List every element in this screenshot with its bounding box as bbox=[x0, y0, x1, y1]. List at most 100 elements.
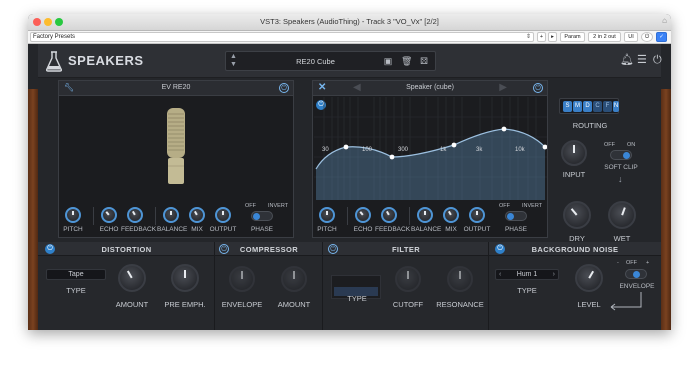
param-button[interactable]: Param bbox=[560, 32, 585, 42]
spk-output-label: OUTPUT bbox=[463, 226, 491, 233]
microphone-image bbox=[167, 108, 185, 184]
compressor-envelope-label: ENVELOPE bbox=[221, 300, 263, 309]
preset-browser[interactable]: ▲ ▼ RE20 Cube ▣ 🗑︎ ⚄ bbox=[225, 51, 436, 71]
mic-pitch-label: PITCH bbox=[63, 226, 83, 233]
eq-graph[interactable] bbox=[314, 97, 547, 200]
routing-m-button[interactable]: M bbox=[573, 101, 582, 112]
compressor-title: COMPRESSOR bbox=[239, 245, 299, 254]
spk-output-knob[interactable] bbox=[469, 207, 485, 223]
wood-side-left bbox=[28, 89, 38, 330]
routing-s-button[interactable]: S bbox=[563, 101, 572, 112]
spk-balance-knob[interactable] bbox=[417, 207, 433, 223]
spk-pitch-knob[interactable] bbox=[319, 207, 335, 223]
io-button[interactable]: 2 in 2 out bbox=[588, 32, 621, 42]
mic-phase-toggle[interactable] bbox=[251, 211, 273, 221]
mic-mix-label: MIX bbox=[191, 226, 203, 233]
mic-phase-off-label: OFF bbox=[245, 203, 256, 209]
flask-logo-icon bbox=[46, 51, 62, 72]
filter-cutoff-knob[interactable] bbox=[395, 266, 421, 292]
freq-label-300: 300 bbox=[398, 147, 409, 153]
distortion-module: ⏻ DISTORTION Tape TYPE AMOUNT PRE EMPH. bbox=[38, 242, 215, 330]
spk-phase-toggle[interactable] bbox=[505, 211, 527, 221]
compressor-module: ⏻ COMPRESSOR ENVELOPE AMOUNT bbox=[215, 242, 323, 330]
mic-echo-knob[interactable] bbox=[101, 207, 117, 223]
save-icon[interactable]: ▣ bbox=[383, 56, 393, 66]
select-arrows-icon: ⇕ bbox=[525, 34, 531, 40]
spk-feedback-knob[interactable] bbox=[381, 207, 397, 223]
brand-name: SPEAKERS bbox=[68, 53, 144, 68]
arrow-button[interactable]: ▸ bbox=[548, 32, 557, 42]
filter-module: ⏻ FILTER TYPE CUTOFF RESONANCE bbox=[323, 242, 489, 330]
global-power-icon[interactable]: ⏻ bbox=[653, 53, 662, 67]
pin-icon[interactable]: ⌂ bbox=[662, 16, 667, 25]
noise-next-icon[interactable]: › bbox=[553, 270, 555, 280]
mic-balance-label: BALANCE bbox=[157, 226, 188, 233]
freq-label-30: 30 bbox=[322, 147, 329, 153]
spk-feedback-label: FEEDBACK bbox=[375, 226, 411, 233]
wrench-icon[interactable]: 🔧︎ bbox=[64, 83, 74, 92]
noise-envelope-toggle[interactable] bbox=[625, 269, 647, 279]
trash-icon[interactable]: 🗑︎ bbox=[401, 56, 412, 66]
mic-output-knob[interactable] bbox=[215, 207, 231, 223]
microphone-panel: EV RE20 🔧︎ ⏻ PITCH ECHO FEEDBACK BALANCE… bbox=[58, 80, 294, 238]
speaker-power-icon[interactable]: ⏻ bbox=[533, 83, 543, 93]
spk-mix-knob[interactable] bbox=[443, 207, 459, 223]
wet-knob[interactable] bbox=[608, 201, 636, 229]
dry-knob[interactable] bbox=[563, 201, 591, 229]
factory-presets-select[interactable]: Factory Presets ⇕ bbox=[30, 32, 534, 42]
speaker-header: ✕ ◀ Speaker (cube) ▶ ⏻ bbox=[313, 81, 547, 96]
noise-type-label: TYPE bbox=[517, 286, 537, 295]
input-knob[interactable] bbox=[561, 140, 587, 166]
mic-power-icon[interactable]: ⏻ bbox=[279, 83, 289, 93]
preset-updown-icon[interactable]: ▲ ▼ bbox=[230, 53, 237, 69]
compressor-amount-label: AMOUNT bbox=[277, 300, 311, 309]
routing-label: ROUTING bbox=[572, 121, 608, 130]
arrow-down-icon: ↓ bbox=[618, 174, 623, 184]
mic-balance-knob[interactable] bbox=[163, 207, 179, 223]
noise-plus-label: + bbox=[646, 260, 650, 266]
distortion-amount-knob[interactable] bbox=[118, 264, 146, 292]
plugin-body: SPEAKERS ▲ ▼ RE20 Cube ▣ 🗑︎ ⚄ 🔔︎ ☰ ⏻ EV R… bbox=[28, 44, 671, 330]
mic-pitch-knob[interactable] bbox=[65, 207, 81, 223]
distortion-type-select[interactable]: Tape bbox=[46, 269, 106, 280]
speaker-title[interactable]: Speaker (cube) bbox=[313, 84, 547, 91]
mic-output-label: OUTPUT bbox=[209, 226, 237, 233]
mic-mix-knob[interactable] bbox=[189, 207, 205, 223]
preset-name[interactable]: RE20 Cube bbox=[256, 57, 375, 66]
pre-emphasis-knob[interactable] bbox=[171, 264, 199, 292]
freq-label-100: 100 bbox=[362, 147, 373, 153]
spk-echo-knob[interactable] bbox=[355, 207, 371, 223]
mic-feedback-knob[interactable] bbox=[127, 207, 143, 223]
ui-button[interactable]: UI bbox=[624, 32, 638, 42]
routing-n-button[interactable]: N bbox=[613, 101, 619, 112]
filter-resonance-knob[interactable] bbox=[447, 266, 473, 292]
distortion-amount-label: AMOUNT bbox=[115, 300, 149, 309]
speaker-panel: ✕ ◀ Speaker (cube) ▶ ⏻ ⏻ 30 100 300 1k 3… bbox=[312, 80, 548, 238]
microphone-title[interactable]: EV RE20 bbox=[59, 84, 293, 91]
routing-c-button[interactable]: C bbox=[593, 101, 602, 112]
routing-f-button[interactable]: F bbox=[603, 101, 612, 112]
noise-level-label: LEVEL bbox=[577, 300, 601, 309]
menu-icon[interactable]: ☰ bbox=[637, 53, 647, 67]
microphone-header: EV RE20 🔧︎ ⏻ bbox=[59, 81, 293, 96]
softclip-toggle[interactable] bbox=[610, 150, 632, 160]
routing-d-button[interactable]: D bbox=[583, 101, 592, 112]
compressor-envelope-knob[interactable] bbox=[229, 266, 255, 292]
next-speaker-icon[interactable]: ▶ bbox=[499, 82, 507, 93]
mic-feedback-label: FEEDBACK bbox=[121, 226, 157, 233]
noise-level-knob[interactable] bbox=[575, 264, 603, 292]
title-bar: VST3: Speakers (AudioThing) - Track 3 "V… bbox=[28, 14, 671, 31]
enable-checkbox[interactable]: ✓ bbox=[656, 32, 667, 42]
distortion-title: DISTORTION bbox=[101, 245, 152, 254]
softclip-off-label: OFF bbox=[604, 142, 615, 148]
noise-prev-icon[interactable]: ‹ bbox=[499, 270, 501, 280]
host-toolbar: Factory Presets ⇕ + ▸ Param 2 in 2 out U… bbox=[28, 31, 671, 44]
plus-button[interactable]: + bbox=[537, 32, 546, 42]
compressor-amount-knob[interactable] bbox=[281, 266, 307, 292]
bell-icon[interactable]: 🔔︎ bbox=[620, 53, 634, 67]
separator bbox=[93, 207, 94, 225]
power-icon[interactable]: ⏻ bbox=[641, 32, 653, 42]
spk-echo-label: ECHO bbox=[353, 226, 373, 233]
dice-icon[interactable]: ⚄ bbox=[419, 56, 429, 66]
noise-type-select[interactable]: ‹ Hum 1 › bbox=[495, 269, 559, 280]
